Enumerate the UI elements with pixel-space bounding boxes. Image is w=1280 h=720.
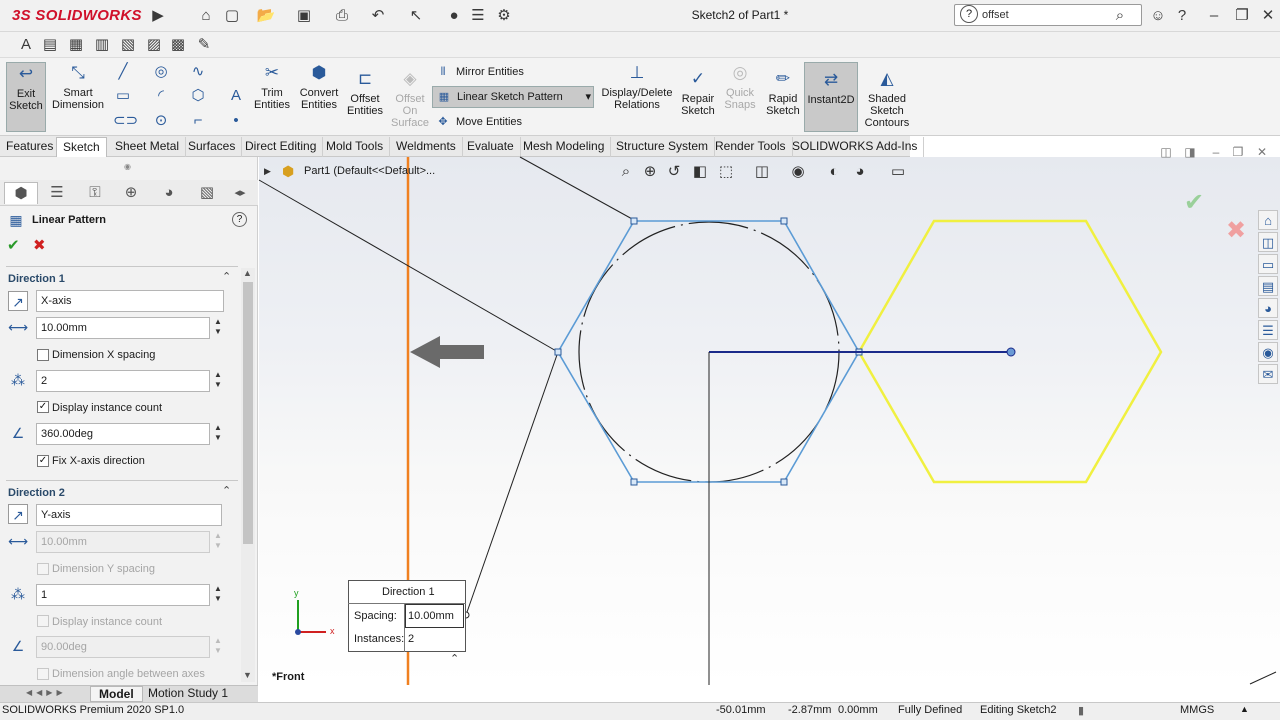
tile-right-icon[interactable]: ◨ xyxy=(1180,142,1200,162)
confirm-cancel-icon[interactable]: ✖ xyxy=(1226,216,1246,245)
previous-view-icon[interactable]: ↺ xyxy=(664,162,684,182)
view-orientation-icon[interactable]: ⬚ xyxy=(716,162,736,182)
confirm-check-icon[interactable]: ✔ xyxy=(1184,188,1204,217)
callout-spacing-input[interactable]: 10.00mm xyxy=(405,604,464,628)
design-library-icon[interactable]: ◫ xyxy=(1258,232,1278,252)
doc-close-icon[interactable]: ✕ xyxy=(1252,142,1272,162)
file-explorer-icon[interactable]: ▭ xyxy=(1258,254,1278,274)
corner-sketch-line xyxy=(1249,671,1277,685)
callout-spacing-label: Spacing: xyxy=(354,610,397,622)
triad-x-label: x xyxy=(330,626,335,636)
custom-properties-icon[interactable]: ☰ xyxy=(1258,320,1278,340)
tree-expand-icon[interactable]: ▶ xyxy=(264,166,271,177)
hide-show-items-icon[interactable]: ◉ xyxy=(788,162,808,182)
status-editing: Editing Sketch2 xyxy=(980,704,1057,716)
chat-icon[interactable]: ✉ xyxy=(1258,364,1278,384)
tab-navigation-arrows-icon[interactable]: ◀◀▶▶ xyxy=(26,688,67,697)
view-orientation-label: *Front xyxy=(272,671,305,683)
direction-arrow-icon xyxy=(410,336,484,368)
rebuild-status-icon[interactable]: ▮ xyxy=(1078,704,1084,717)
status-x-coordinate: -50.01mm xyxy=(716,704,766,716)
edit-appearance-icon[interactable]: ◐ xyxy=(824,162,844,182)
callout-collapse-icon[interactable]: ⌃ xyxy=(450,652,459,665)
doc-restore-icon[interactable]: ❐ xyxy=(1228,142,1248,162)
callout-instances-value[interactable]: 2 xyxy=(408,633,414,645)
appearances-icon[interactable]: ◕ xyxy=(1258,298,1278,318)
triad-y-label: y xyxy=(294,588,299,598)
section-view-icon[interactable]: ◧ xyxy=(690,162,710,182)
callout-title: Direction 1 xyxy=(382,586,435,598)
status-product: SOLIDWORKS Premium 2020 SP1.0 xyxy=(2,704,185,716)
solidworks-forum-icon[interactable]: ◉ xyxy=(1258,342,1278,362)
feature-tree-breadcrumb[interactable]: Part1 (Default<<Default>... xyxy=(304,165,435,177)
solidworks-resources-icon[interactable]: ⌂ xyxy=(1258,210,1278,230)
zoom-to-fit-icon[interactable]: ⌕ xyxy=(616,162,636,182)
status-bar xyxy=(0,702,1280,720)
part-icon: ⬢ xyxy=(282,163,295,179)
tab-motion-study[interactable]: Motion Study 1 xyxy=(142,686,234,702)
tab-model[interactable]: Model xyxy=(90,686,143,702)
status-z-coordinate: 0.00mm xyxy=(838,704,878,716)
zoom-area-icon[interactable]: ⊕ xyxy=(640,162,660,182)
callout-instances-label: Instances: xyxy=(354,633,405,645)
display-style-icon[interactable]: ◫ xyxy=(752,162,772,182)
triad-origin xyxy=(295,629,301,635)
units-dropdown-icon[interactable]: ▲ xyxy=(1240,704,1249,714)
view-settings-icon[interactable]: ▭ xyxy=(888,162,908,182)
apply-scene-icon[interactable]: ◕ xyxy=(850,162,870,182)
view-palette-icon[interactable]: ▤ xyxy=(1258,276,1278,296)
status-sketch-state: Fully Defined xyxy=(898,704,963,716)
tile-left-icon[interactable]: ◫ xyxy=(1156,142,1176,162)
doc-minimize-icon[interactable]: – xyxy=(1206,142,1226,162)
callout-leader-line xyxy=(465,351,559,616)
status-units[interactable]: MMGS xyxy=(1180,704,1214,716)
status-y-coordinate: -2.87mm xyxy=(788,704,832,716)
sketch-canvas xyxy=(258,156,1277,685)
direction-handle xyxy=(1006,347,1016,357)
